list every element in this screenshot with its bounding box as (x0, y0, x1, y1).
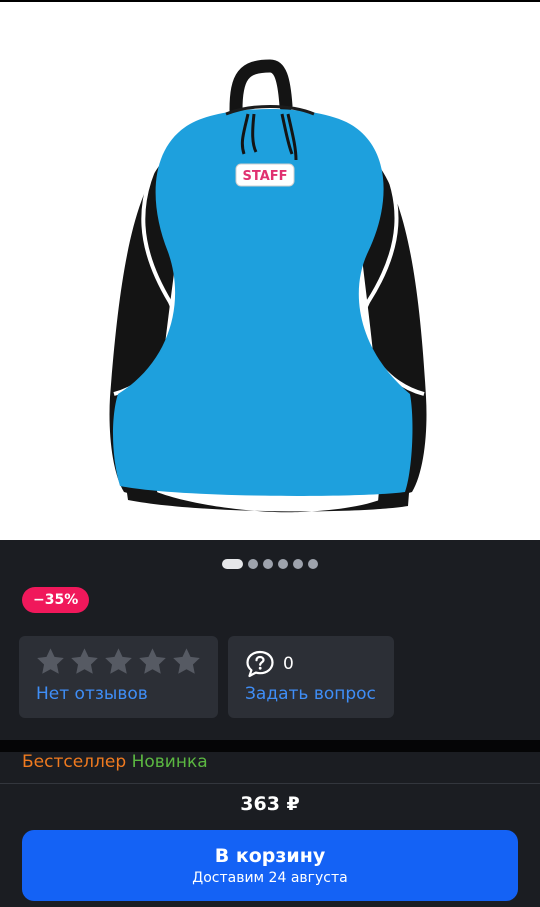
star-icon (139, 648, 166, 674)
tag-new[interactable]: Новинка (132, 752, 208, 772)
divider (0, 783, 540, 784)
brand-logo: STAFF (242, 169, 287, 184)
reviews-card[interactable]: Нет отзывов (19, 636, 218, 718)
tag-bestseller[interactable]: Бестселлер (22, 752, 126, 772)
backpack-image: STAFF (109, 59, 427, 513)
section-divider (0, 740, 540, 752)
delivery-date: Доставим 24 августа (192, 870, 348, 886)
ask-question-link[interactable]: Задать вопрос (245, 684, 376, 704)
question-card[interactable]: 0 Задать вопрос (228, 636, 394, 718)
question-count: 0 (283, 654, 294, 674)
cart-button-label: В корзину (214, 845, 326, 867)
question-bubble-icon (246, 650, 274, 678)
add-to-cart-button[interactable]: В корзину Доставим 24 августа (22, 830, 518, 901)
pager-dot[interactable] (263, 559, 273, 569)
pager-dot[interactable] (293, 559, 303, 569)
no-reviews-link[interactable]: Нет отзывов (36, 684, 148, 704)
product-image[interactable]: STAFF (0, 2, 540, 540)
product-price: 363 ₽ (240, 793, 300, 815)
pager-dot[interactable] (248, 559, 258, 569)
pager-dot[interactable] (308, 559, 318, 569)
star-icon (105, 648, 132, 674)
star-icon (71, 648, 98, 674)
rating-stars (35, 646, 202, 677)
pager-dot-active[interactable] (222, 559, 243, 569)
star-icon (37, 648, 64, 674)
product-tags: Бестселлер Новинка (22, 752, 208, 772)
pager-dot[interactable] (278, 559, 288, 569)
star-icon (173, 648, 200, 674)
discount-badge: −35% (22, 587, 90, 613)
image-pager[interactable] (0, 558, 540, 570)
